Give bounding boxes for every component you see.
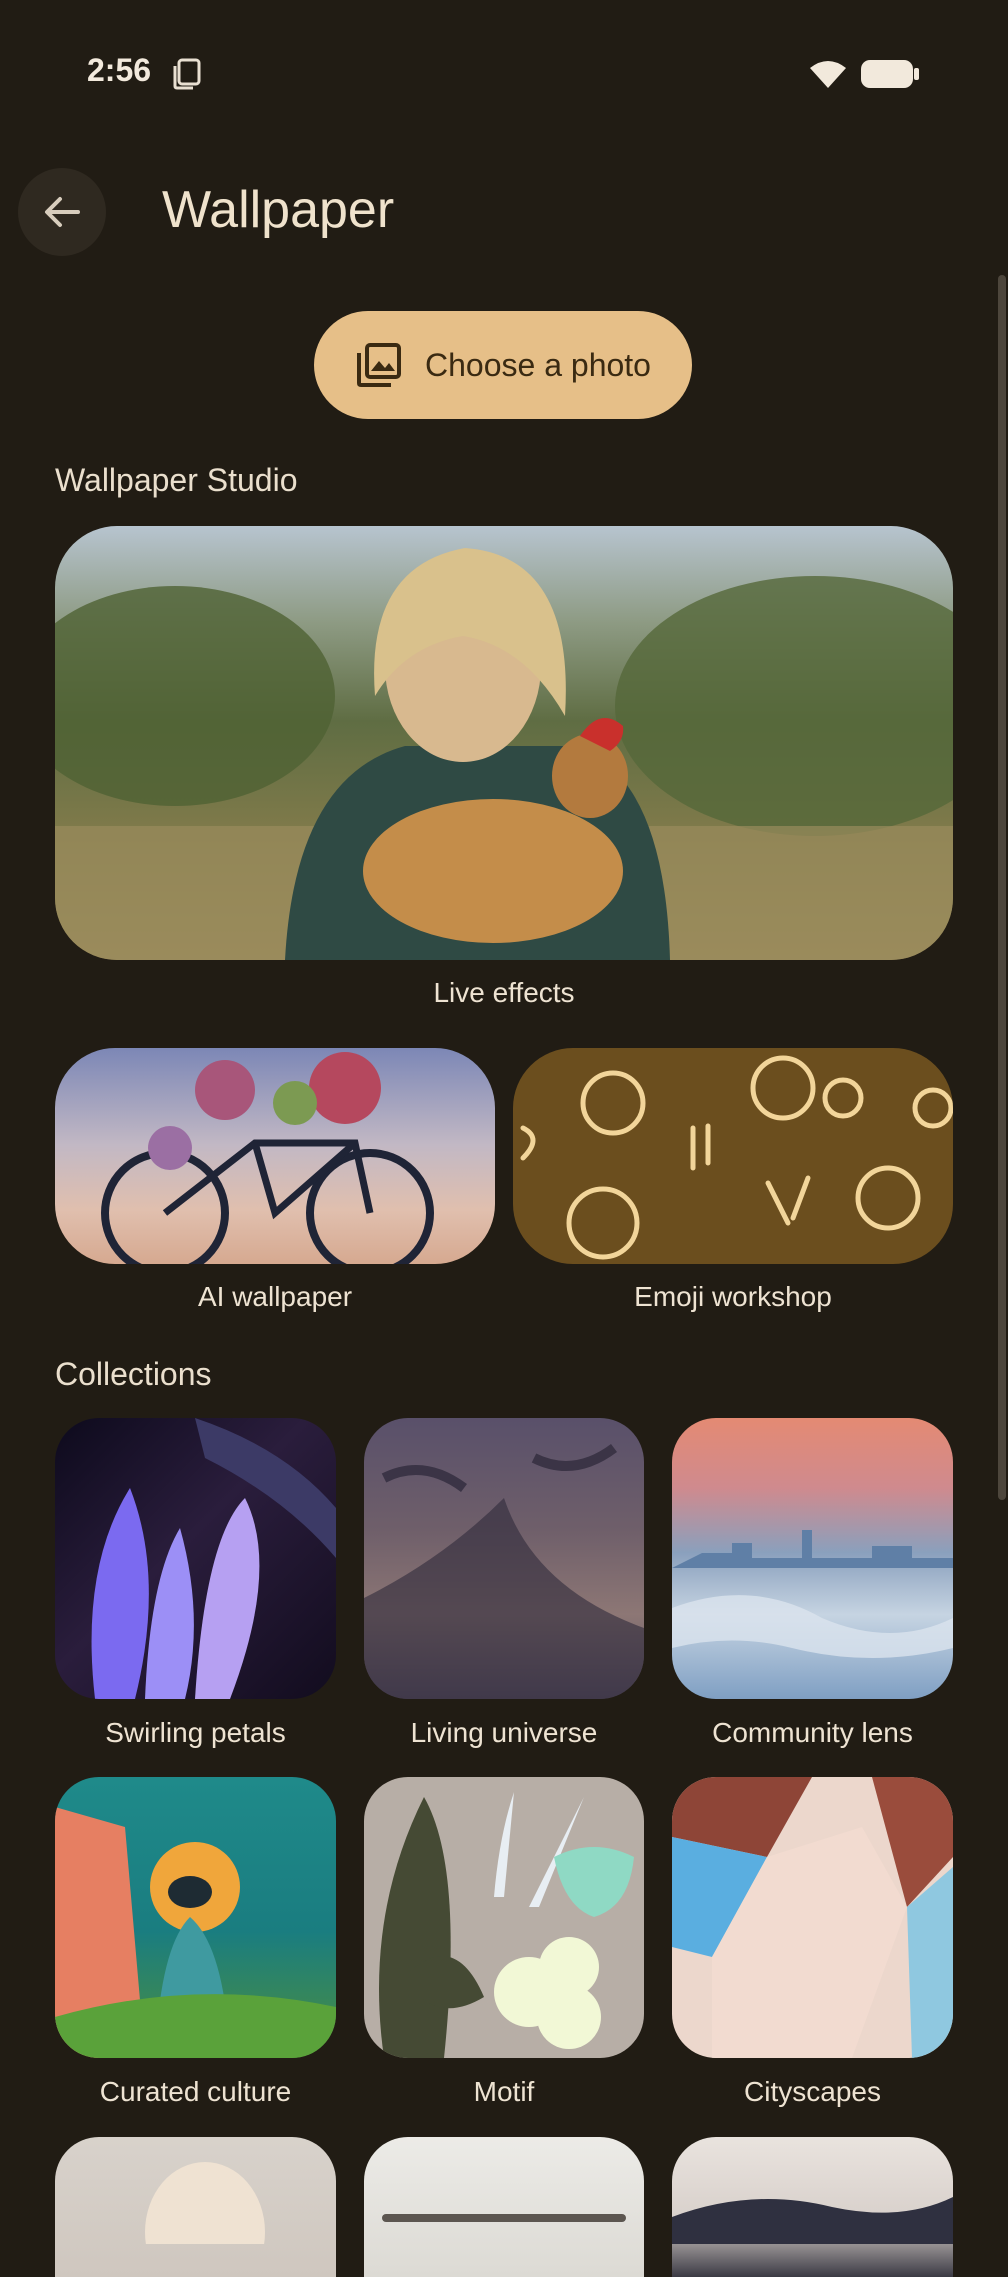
- choose-photo-label: Choose a photo: [425, 346, 651, 383]
- motif-image: [379, 1792, 634, 2058]
- collection-curated-culture[interactable]: [55, 1777, 336, 2058]
- battery-icon: [861, 60, 919, 88]
- live-effects-image: [55, 548, 953, 960]
- home-indicator[interactable]: [382, 2214, 626, 2222]
- collection-label: Cityscapes: [744, 2076, 881, 2107]
- collection-label: Motif: [473, 2076, 535, 2107]
- emoji-workshop-label: Emoji workshop: [634, 1281, 832, 1312]
- scrollbar[interactable]: [998, 275, 1006, 1500]
- cityscapes-image: [672, 1777, 953, 2058]
- collection-label: Community lens: [712, 1717, 913, 1748]
- photo-library-icon: [357, 343, 402, 387]
- collection-tile-partial-1[interactable]: [55, 2137, 336, 2277]
- collection-living-universe[interactable]: [364, 1418, 644, 1699]
- collection-partial-image-1: [145, 2162, 265, 2277]
- collection-community-lens[interactable]: [672, 1418, 953, 1699]
- collection-partial-image-3: [672, 2197, 953, 2244]
- live-effects-card[interactable]: [55, 526, 953, 960]
- collections-heading: Collections: [55, 1356, 212, 1392]
- collection-tile-partial-3[interactable]: [672, 2137, 953, 2277]
- collection-swirling-petals[interactable]: [55, 1418, 336, 1699]
- status-time: 2:56: [87, 52, 152, 88]
- ai-wallpaper-card[interactable]: [55, 1048, 495, 1264]
- collection-cityscapes[interactable]: [672, 1777, 953, 2058]
- ai-wallpaper-label: AI wallpaper: [197, 1281, 353, 1312]
- community-lens-image: [672, 1530, 953, 1658]
- wallpaper-studio-heading: Wallpaper Studio: [55, 462, 298, 498]
- wifi-icon: [810, 61, 846, 88]
- collection-label: Curated culture: [99, 2076, 292, 2107]
- choose-photo-button[interactable]: Choose a photo: [314, 311, 692, 419]
- collection-motif[interactable]: [364, 1777, 644, 2058]
- living-universe-image: [364, 1443, 644, 1699]
- swirling-petals-image: [91, 1418, 336, 1699]
- page-title: Wallpaper: [162, 181, 395, 239]
- collection-tile-partial-2[interactable]: [364, 2137, 644, 2277]
- ai-wallpaper-image: [101, 1052, 434, 1264]
- emoji-workshop-card[interactable]: [513, 1048, 953, 1264]
- curated-culture-image: [55, 1807, 336, 2058]
- collection-label: Living universe: [410, 1717, 598, 1748]
- emoji-workshop-image: [520, 1055, 953, 1260]
- back-button[interactable]: [18, 168, 106, 256]
- screenshot-notification-icon: [173, 58, 201, 90]
- arrow-back-icon: [45, 197, 80, 227]
- live-effects-label: Live effects: [433, 977, 575, 1008]
- collection-label: Swirling petals: [105, 1717, 286, 1748]
